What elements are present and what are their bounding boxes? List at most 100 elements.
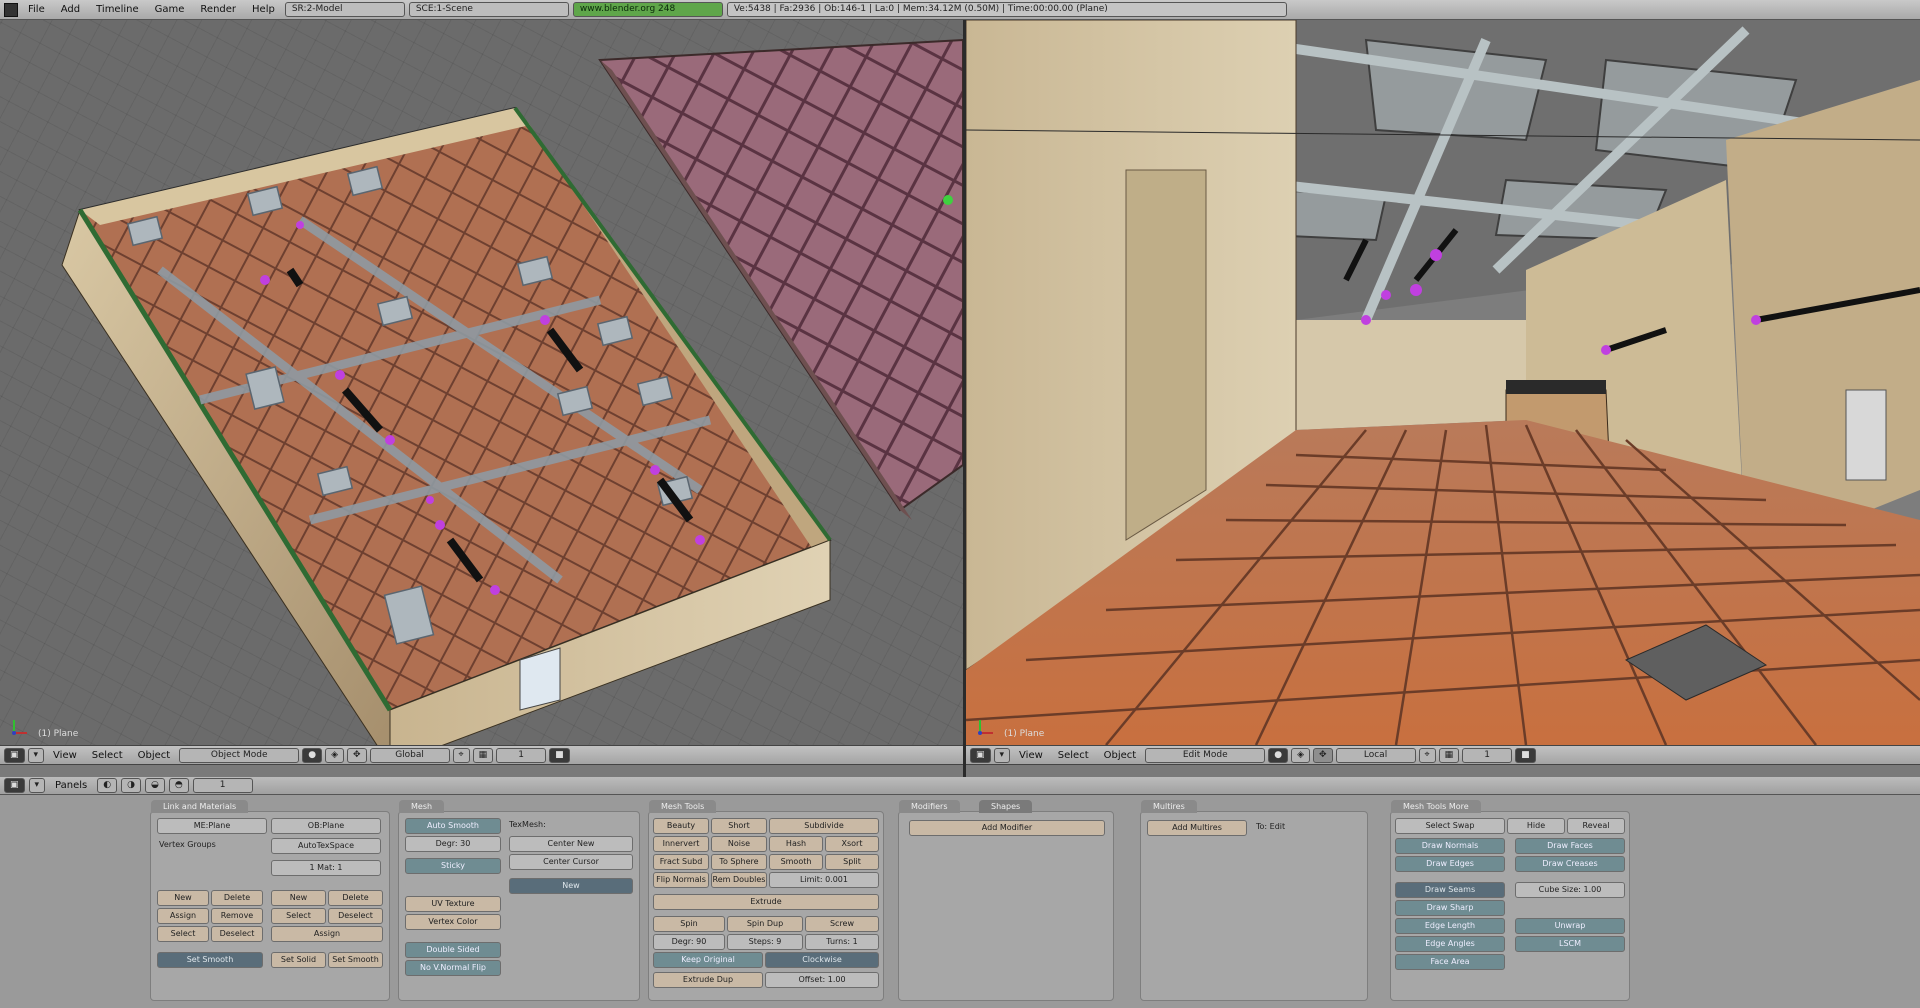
editor-type-icon[interactable]: ▣ [970,747,991,763]
add-modifier-button[interactable]: Add Modifier [909,820,1105,836]
center-new-button[interactable]: Center New [509,836,633,852]
material-new-button[interactable]: New [271,890,326,906]
draw-type-icon[interactable]: ● [302,747,323,763]
logic-icon[interactable]: ◐ [97,778,118,793]
hide-button[interactable]: Hide [1507,818,1565,834]
set-smooth-button[interactable]: Set Smooth [157,952,263,968]
draw-edges-toggle[interactable]: Draw Edges [1395,856,1505,872]
menu-object[interactable]: Object [132,750,177,761]
extrude-dup-button[interactable]: Extrude Dup [653,972,763,988]
turns-field[interactable]: Turns: 1 [805,934,879,950]
uv-texture-button[interactable]: UV Texture [405,896,501,912]
collapse-icon[interactable]: ▾ [28,778,46,793]
panel-tab-mesh-tools-more[interactable]: Mesh Tools More [1391,800,1481,813]
sticky-button[interactable]: Sticky [405,858,501,874]
vgroup-remove-button[interactable]: Remove [211,908,263,924]
material-deselect-button[interactable]: Deselect [328,908,383,924]
menu-render[interactable]: Render [194,4,242,15]
mesh-datablock-field[interactable]: ME:Plane [157,818,267,834]
spin-button[interactable]: Spin [653,916,725,932]
shading-icon[interactable]: ◑ [121,778,141,793]
collapse-icon[interactable]: ▾ [27,747,45,763]
collapse-icon[interactable]: ▾ [993,747,1011,763]
double-sided-toggle[interactable]: Double Sided [405,942,501,958]
panel-tab-mesh-tools[interactable]: Mesh Tools [649,800,717,813]
menu-game[interactable]: Game [149,4,191,15]
beauty-toggle[interactable]: Beauty [653,818,709,834]
editor-type-icon[interactable]: ▣ [4,778,25,793]
draw-faces-toggle[interactable]: Draw Faces [1515,838,1625,854]
menu-view[interactable]: View [1013,750,1049,761]
cube-size-field[interactable]: Cube Size: 1.00 [1515,882,1625,898]
to-sphere-button[interactable]: To Sphere [711,854,767,870]
center-cursor-button[interactable]: Center Cursor [509,854,633,870]
no-vnormal-flip-toggle[interactable]: No V.Normal Flip [405,960,501,976]
menu-timeline[interactable]: Timeline [90,4,145,15]
frame-field[interactable]: 1 [192,778,253,793]
manipulator-icon[interactable]: ✥ [347,747,367,763]
vgroup-select-button[interactable]: Select [157,926,209,942]
rem-doubles-button[interactable]: Rem Doubles [711,872,767,888]
keep-original-toggle[interactable]: Keep Original [653,952,763,968]
material-select-button[interactable]: Select [271,908,326,924]
draw-seams-toggle[interactable]: Draw Seams [1395,882,1505,898]
material-delete-button[interactable]: Delete [328,890,383,906]
innervert-button[interactable]: Innervert [653,836,709,852]
panel-tab-link-materials[interactable]: Link and Materials [151,800,249,813]
menu-add[interactable]: Add [55,4,86,15]
mode-selector[interactable]: Edit Mode [1145,747,1266,763]
split-button[interactable]: Split [825,854,879,870]
edge-angles-toggle[interactable]: Edge Angles [1395,936,1505,952]
vgroup-deselect-button[interactable]: Deselect [211,926,263,942]
mesh-new-button[interactable]: New [509,878,633,894]
steps-field[interactable]: Steps: 9 [727,934,803,950]
add-multires-button[interactable]: Add Multires [1147,820,1247,836]
unwrap-button[interactable]: Unwrap [1515,918,1625,934]
screw-button[interactable]: Screw [805,916,879,932]
lscm-button[interactable]: LSCM [1515,936,1625,952]
spin-dup-button[interactable]: Spin Dup [727,916,803,932]
select-swap-button[interactable]: Select Swap [1395,818,1505,834]
vertex-color-button[interactable]: Vertex Color [405,914,501,930]
manipulator-icon[interactable]: ✥ [1313,747,1333,763]
render-icon[interactable]: ■ [1515,747,1536,763]
menu-select[interactable]: Select [1052,750,1095,761]
set-solid-button[interactable]: Set Solid [271,952,326,968]
smooth-button[interactable]: Smooth [769,854,823,870]
reveal-button[interactable]: Reveal [1567,818,1625,834]
pivot-icon[interactable]: ◈ [1291,747,1310,763]
layer-field[interactable]: 1 [1462,747,1513,763]
xsort-button[interactable]: Xsort [825,836,879,852]
snap-icon[interactable]: ⌖ [1418,747,1436,763]
editor-type-icon[interactable]: ▣ [4,747,25,763]
draw-normals-toggle[interactable]: Draw Normals [1395,838,1505,854]
layer-field[interactable]: 1 [496,747,547,763]
draw-sharp-toggle[interactable]: Draw Sharp [1395,900,1505,916]
orientation-selector[interactable]: Local [1335,747,1416,763]
object-icon[interactable]: ◒ [144,778,165,793]
render-icon[interactable]: ■ [549,747,570,763]
draw-creases-toggle[interactable]: Draw Creases [1515,856,1625,872]
mode-selector[interactable]: Object Mode [179,747,300,763]
fract-subd-button[interactable]: Fract Subd [653,854,709,870]
vgroup-delete-button[interactable]: Delete [211,890,263,906]
face-area-toggle[interactable]: Face Area [1395,954,1505,970]
flip-normals-button[interactable]: Flip Normals [653,872,709,888]
panel-tab-modifiers[interactable]: Modifiers [899,800,960,813]
scene-selector[interactable]: SCE:1-Scene [408,2,569,17]
material-index-field[interactable]: 1 Mat: 1 [271,860,381,876]
menu-view[interactable]: View [47,750,83,761]
panel-tab-mesh[interactable]: Mesh [399,800,445,813]
vgroup-new-button[interactable]: New [157,890,209,906]
panel-tab-shapes[interactable]: Shapes [979,800,1033,813]
menu-help[interactable]: Help [246,4,281,15]
offset-field[interactable]: Offset: 1.00 [765,972,879,988]
extrude-button[interactable]: Extrude [653,894,879,910]
limit-field[interactable]: Limit: 0.001 [769,872,879,888]
snap-icon[interactable]: ⌖ [452,747,470,763]
window-type-icon[interactable] [4,2,18,17]
vgroup-assign-button[interactable]: Assign [157,908,209,924]
editing-icon[interactable]: ◓ [168,778,189,793]
draw-type-icon[interactable]: ● [1268,747,1289,763]
material-assign-button[interactable]: Assign [271,926,383,942]
